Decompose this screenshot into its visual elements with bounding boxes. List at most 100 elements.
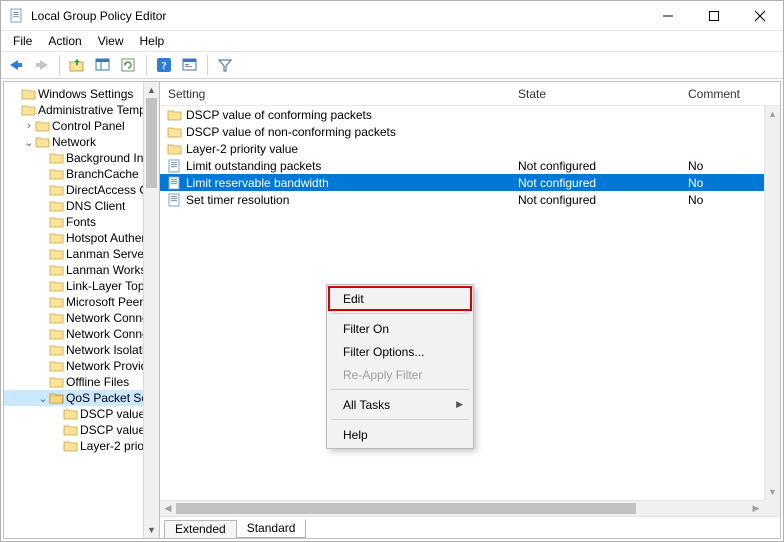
row-setting-label: Limit outstanding packets: [186, 159, 321, 173]
tree-item[interactable]: DSCP value of non-conforming packets: [4, 422, 159, 438]
scroll-down-icon[interactable]: ▼: [765, 484, 780, 500]
list-hscrollbar[interactable]: ◀ ▶: [160, 500, 764, 516]
tree-item[interactable]: Link-Layer Topology Discovery: [4, 278, 159, 294]
menu-view[interactable]: View: [90, 32, 132, 50]
chevron-down-icon[interactable]: ⌄: [22, 136, 36, 149]
tree-item[interactable]: Lanman Server: [4, 246, 159, 262]
tree-item[interactable]: Microsoft Peer-to-Peer Networking Servic…: [4, 294, 159, 310]
context-all-tasks[interactable]: All Tasks▶: [329, 393, 471, 416]
row-setting-label: DSCP value of conforming packets: [186, 108, 372, 122]
context-menu: Edit Filter On Filter Options... Re-Appl…: [326, 284, 474, 449]
resize-grip[interactable]: [764, 500, 780, 516]
list-row[interactable]: DSCP value of non-conforming packets: [160, 123, 780, 140]
scroll-right-icon[interactable]: ▶: [748, 501, 764, 516]
folder-icon: [168, 108, 182, 122]
row-setting-label: Layer-2 priority value: [186, 142, 298, 156]
tree-vscrollbar[interactable]: ▲ ▼: [143, 82, 159, 538]
list-row[interactable]: Layer-2 priority value: [160, 140, 780, 157]
scroll-down-icon[interactable]: ▼: [144, 522, 159, 538]
maximize-button[interactable]: [691, 1, 737, 31]
scroll-left-icon[interactable]: ◀: [160, 501, 176, 516]
tab-extended[interactable]: Extended: [164, 520, 237, 539]
scroll-up-icon[interactable]: ▲: [765, 106, 780, 122]
scroll-thumb[interactable]: [146, 98, 157, 188]
help-button[interactable]: ?: [153, 54, 175, 76]
menubar: File Action View Help: [1, 31, 783, 51]
folder-icon: [50, 151, 64, 165]
menu-file[interactable]: File: [5, 32, 40, 50]
tree-item[interactable]: Network Connections: [4, 310, 159, 326]
scroll-thumb[interactable]: [176, 503, 636, 514]
toolbar: ?: [1, 51, 783, 79]
tree-item[interactable]: Layer-2 priority value: [4, 438, 159, 454]
tree-pane[interactable]: Windows SettingsAdministrative Templates…: [4, 82, 160, 538]
refresh-button[interactable]: [118, 54, 140, 76]
row-state-label: Not configured: [510, 176, 680, 190]
tree-item[interactable]: Network Connectivity Status Indicator: [4, 326, 159, 342]
tree-item[interactable]: Offline Files: [4, 374, 159, 390]
scroll-up-icon[interactable]: ▲: [144, 82, 159, 98]
list-row[interactable]: Limit outstanding packetsNot configuredN…: [160, 157, 780, 174]
folder-icon: [64, 407, 78, 421]
toolbar-separator: [207, 55, 208, 75]
context-filter-on-label: Filter On: [343, 322, 389, 336]
menu-action[interactable]: Action: [40, 32, 89, 50]
list-row[interactable]: Set timer resolutionNot configuredNo: [160, 191, 780, 208]
row-setting-label: Set timer resolution: [186, 193, 289, 207]
tree-item[interactable]: DirectAccess Client: [4, 182, 159, 198]
minimize-button[interactable]: [645, 1, 691, 31]
folder-icon: [50, 279, 64, 293]
column-state[interactable]: State: [510, 87, 680, 101]
context-edit[interactable]: Edit: [329, 287, 471, 310]
context-help-label: Help: [343, 428, 368, 442]
folder-icon: [50, 343, 64, 357]
folder-icon: [168, 125, 182, 139]
tree-item[interactable]: Lanman Workstation: [4, 262, 159, 278]
tree-item[interactable]: BranchCache: [4, 166, 159, 182]
tree-item[interactable]: Administrative Templates: [4, 102, 159, 118]
list-row[interactable]: DSCP value of conforming packets: [160, 106, 780, 123]
nav-back-button[interactable]: [5, 54, 27, 76]
tree-item[interactable]: ⌄Network: [4, 134, 159, 150]
tree-item-label: Lanman Server: [66, 247, 148, 261]
menu-help[interactable]: Help: [132, 32, 173, 50]
list-vscrollbar[interactable]: ▲ ▼: [764, 106, 780, 500]
tree-item[interactable]: Hotspot Authentication: [4, 230, 159, 246]
properties-button[interactable]: [179, 54, 201, 76]
chevron-right-icon[interactable]: ›: [22, 120, 36, 132]
chevron-down-icon[interactable]: ⌄: [36, 392, 50, 405]
tree-item[interactable]: DNS Client: [4, 198, 159, 214]
tree-item[interactable]: Network Provider: [4, 358, 159, 374]
show-hide-tree-button[interactable]: [92, 54, 114, 76]
close-button[interactable]: [737, 1, 783, 31]
toolbar-separator: [59, 55, 60, 75]
folder-icon: [50, 247, 64, 261]
tree-item[interactable]: DSCP value of conforming packets: [4, 406, 159, 422]
policy-setting-icon: [168, 176, 182, 190]
tree-item[interactable]: ›Control Panel: [4, 118, 159, 134]
nav-forward-button[interactable]: [31, 54, 53, 76]
tree-item[interactable]: Background Intelligent Transfer Service: [4, 150, 159, 166]
column-comment[interactable]: Comment: [680, 87, 780, 101]
list-row[interactable]: Limit reservable bandwidth Not configured…: [160, 174, 780, 191]
filter-button[interactable]: [214, 54, 236, 76]
context-filter-options[interactable]: Filter Options...: [329, 340, 471, 363]
tree-item[interactable]: Windows Settings: [4, 86, 159, 102]
folder-icon: [64, 423, 78, 437]
list-header[interactable]: Setting State Comment: [160, 82, 780, 106]
tree-item[interactable]: Network Isolation: [4, 342, 159, 358]
tree-item-label: Administrative Templates: [38, 103, 159, 117]
row-setting-label: Limit reservable bandwidth: [186, 176, 329, 190]
column-setting[interactable]: Setting: [160, 87, 510, 101]
up-folder-button[interactable]: [66, 54, 88, 76]
folder-icon: [50, 231, 64, 245]
context-help[interactable]: Help: [329, 423, 471, 446]
context-filter-options-label: Filter Options...: [343, 345, 424, 359]
context-filter-on[interactable]: Filter On: [329, 317, 471, 340]
folder-icon: [50, 183, 64, 197]
folder-icon: [64, 439, 78, 453]
tree-item[interactable]: ⌄QoS Packet Scheduler: [4, 390, 159, 406]
tree-item[interactable]: Fonts: [4, 214, 159, 230]
tab-standard[interactable]: Standard: [236, 519, 307, 538]
svg-text:?: ?: [161, 60, 167, 72]
